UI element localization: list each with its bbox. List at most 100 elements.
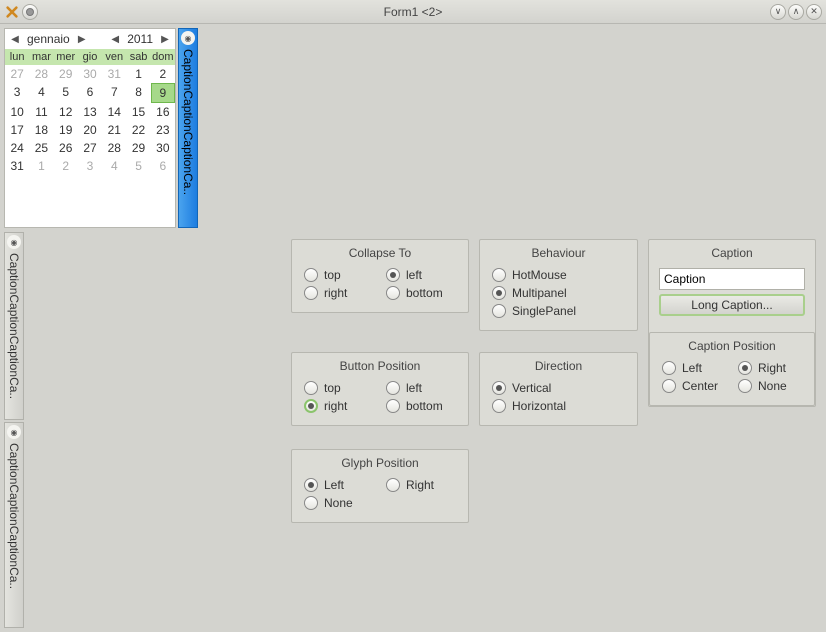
group-collapse-to: Collapse To topleftrightbottom xyxy=(291,239,469,313)
day-cell[interactable]: 12 xyxy=(54,103,78,121)
day-cell[interactable]: 1 xyxy=(126,65,150,83)
collapse-option-bottom[interactable]: bottom xyxy=(386,286,456,300)
day-cell[interactable]: 21 xyxy=(102,121,126,139)
radio-label: top xyxy=(324,268,341,282)
direction-option-vertical[interactable]: Vertical xyxy=(492,381,625,395)
radio-label: None xyxy=(324,496,353,510)
buttonpos-option-right[interactable]: right xyxy=(304,399,374,413)
day-cell[interactable]: 9 xyxy=(151,83,175,103)
day-grid[interactable]: 2728293031123456789101112131415161718192… xyxy=(5,65,175,175)
day-cell[interactable]: 4 xyxy=(102,157,126,175)
captionbar-side-2[interactable]: ◉ CaptionCaptionCaptionCa.. xyxy=(4,422,24,628)
group-title: Behaviour xyxy=(480,240,637,268)
collapse-option-right[interactable]: right xyxy=(304,286,374,300)
buttonpos-option-top[interactable]: top xyxy=(304,381,374,395)
prev-month-icon[interactable]: ◀ xyxy=(9,34,21,45)
collapse-option-left[interactable]: left xyxy=(386,268,456,282)
day-cell[interactable]: 23 xyxy=(151,121,175,139)
behaviour-option-singlepanel[interactable]: SinglePanel xyxy=(492,304,625,318)
day-cell[interactable]: 6 xyxy=(78,83,102,103)
behaviour-option-multipanel[interactable]: Multipanel xyxy=(492,286,625,300)
minimize-icon[interactable]: ∨ xyxy=(770,4,786,20)
expand-icon[interactable]: ◉ xyxy=(7,425,21,439)
cappos-option-none[interactable]: None xyxy=(738,379,802,393)
day-cell[interactable]: 16 xyxy=(151,103,175,121)
radio-icon xyxy=(304,268,318,282)
day-cell[interactable]: 25 xyxy=(29,139,53,157)
day-cell[interactable]: 20 xyxy=(78,121,102,139)
direction-option-horizontal[interactable]: Horizontal xyxy=(492,399,625,413)
day-cell[interactable]: 27 xyxy=(5,65,29,83)
day-cell[interactable]: 28 xyxy=(29,65,53,83)
day-cell[interactable]: 27 xyxy=(78,139,102,157)
day-cell[interactable]: 26 xyxy=(54,139,78,157)
day-cell[interactable]: 19 xyxy=(54,121,78,139)
month-label[interactable]: gennaio xyxy=(23,32,74,46)
cappos-option-left[interactable]: Left xyxy=(662,361,726,375)
day-cell[interactable]: 2 xyxy=(151,65,175,83)
glyph-option-left[interactable]: Left xyxy=(304,478,374,492)
group-caption-position: Caption Position LeftRightCenterNone xyxy=(649,332,815,406)
radio-icon xyxy=(492,286,506,300)
menu-icon[interactable] xyxy=(22,4,38,20)
day-cell[interactable]: 3 xyxy=(5,83,29,103)
day-cell[interactable]: 29 xyxy=(126,139,150,157)
day-cell[interactable]: 11 xyxy=(29,103,53,121)
radio-label: bottom xyxy=(406,399,443,413)
expand-icon[interactable]: ◉ xyxy=(181,31,195,45)
day-cell[interactable]: 6 xyxy=(151,157,175,175)
day-cell[interactable]: 14 xyxy=(102,103,126,121)
day-cell[interactable]: 31 xyxy=(5,157,29,175)
glyph-option-right[interactable]: Right xyxy=(386,478,456,492)
day-cell[interactable]: 10 xyxy=(5,103,29,121)
weekday-cell: mar xyxy=(29,51,53,63)
day-cell[interactable]: 5 xyxy=(126,157,150,175)
radio-icon xyxy=(662,361,676,375)
calendar: ◀ gennaio ▶ ◀ 2011 ▶ lunmarmergiovensabd… xyxy=(4,28,176,228)
radio-icon xyxy=(738,361,752,375)
day-cell[interactable]: 13 xyxy=(78,103,102,121)
day-cell[interactable]: 22 xyxy=(126,121,150,139)
behaviour-option-hotmouse[interactable]: HotMouse xyxy=(492,268,625,282)
day-cell[interactable]: 4 xyxy=(29,83,53,103)
glyph-option-none[interactable]: None xyxy=(304,496,374,510)
day-cell[interactable]: 3 xyxy=(78,157,102,175)
next-year-icon[interactable]: ▶ xyxy=(159,34,171,45)
prev-year-icon[interactable]: ◀ xyxy=(109,34,121,45)
day-cell[interactable]: 1 xyxy=(29,157,53,175)
day-cell[interactable]: 24 xyxy=(5,139,29,157)
radio-icon xyxy=(492,381,506,395)
window-title: Form1 <2> xyxy=(0,5,826,19)
expand-icon[interactable]: ◉ xyxy=(7,235,21,249)
day-cell[interactable]: 15 xyxy=(126,103,150,121)
day-cell[interactable]: 2 xyxy=(54,157,78,175)
captionbar-side-1[interactable]: ◉ CaptionCaptionCaptionCa.. xyxy=(4,232,24,420)
buttonpos-option-bottom[interactable]: bottom xyxy=(386,399,456,413)
buttonpos-option-left[interactable]: left xyxy=(386,381,456,395)
day-cell[interactable]: 31 xyxy=(102,65,126,83)
day-cell[interactable]: 30 xyxy=(151,139,175,157)
day-cell[interactable]: 30 xyxy=(78,65,102,83)
day-cell[interactable]: 28 xyxy=(102,139,126,157)
caption-input[interactable] xyxy=(659,268,805,290)
close-icon[interactable]: ✕ xyxy=(806,4,822,20)
long-caption-button[interactable]: Long Caption... xyxy=(659,294,805,316)
next-month-icon[interactable]: ▶ xyxy=(76,34,88,45)
collapse-option-top[interactable]: top xyxy=(304,268,374,282)
year-label[interactable]: 2011 xyxy=(123,32,157,46)
group-caption: Caption Long Caption... Caption Position… xyxy=(648,239,816,407)
day-cell[interactable]: 5 xyxy=(54,83,78,103)
day-cell[interactable]: 18 xyxy=(29,121,53,139)
radio-icon xyxy=(662,379,676,393)
captionbar-calendar[interactable]: ◉ CaptionCaptionCaptionCa.. xyxy=(178,28,198,228)
radio-label: None xyxy=(758,379,787,393)
day-cell[interactable]: 7 xyxy=(102,83,126,103)
radio-icon xyxy=(304,478,318,492)
maximize-icon[interactable]: ∧ xyxy=(788,4,804,20)
day-cell[interactable]: 29 xyxy=(54,65,78,83)
day-cell[interactable]: 8 xyxy=(126,83,150,103)
day-cell[interactable]: 17 xyxy=(5,121,29,139)
cappos-option-right[interactable]: Right xyxy=(738,361,802,375)
radio-icon xyxy=(386,286,400,300)
cappos-option-center[interactable]: Center xyxy=(662,379,726,393)
